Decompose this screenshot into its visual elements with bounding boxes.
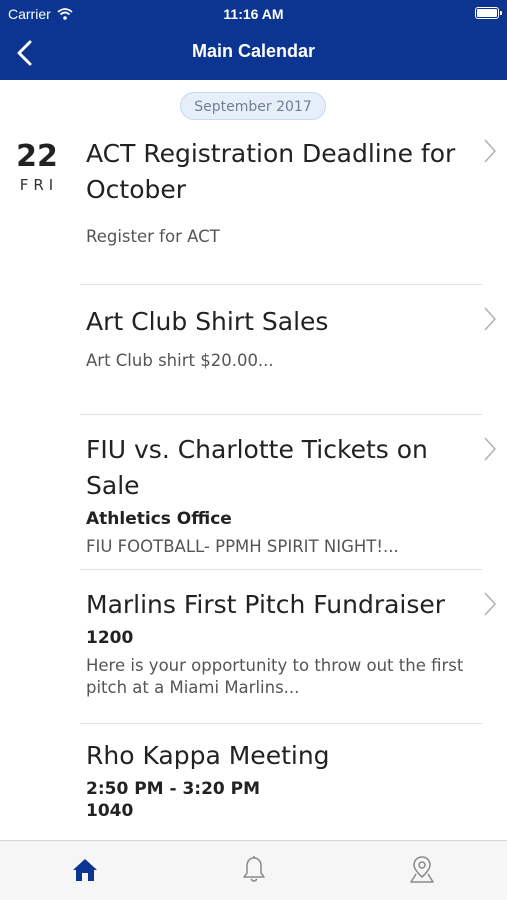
tab-notifications[interactable] [234,853,274,887]
page-title: Main Calendar [191,41,316,61]
event-item-art-club[interactable]: Art Club Shirt Sales Art Club shirt $20.… [86,304,486,372]
event-description: Here is your opportunity to throw out th… [86,656,464,697]
chevron-right-icon [484,437,497,461]
chevron-right-icon [484,307,497,331]
event-title: Marlins First Pitch Fundraiser [86,590,446,619]
divider [80,414,482,415]
status-time: 11:16 AM [223,6,284,22]
map-pin-icon [410,856,434,883]
chevron-right-icon [484,139,497,163]
event-title: Art Club Shirt Sales [86,307,329,336]
app-header: Carrier 11:16 AM Main Calendar [0,0,507,80]
battery-icon [475,7,502,19]
event-item-marlins-fundraiser[interactable]: Marlins First Pitch Fundraiser 1200 Here… [86,587,486,699]
event-item-rho-kappa[interactable]: Rho Kappa Meeting 2:50 PM - 3:20 PM 1040 [86,738,486,822]
month-badge: September 2017 [180,92,326,120]
date-weekday: FRI [19,176,59,194]
event-description: Register for ACT [86,227,220,246]
nav-bar: Main Calendar [0,28,507,80]
event-title: FIU vs. Charlotte Tickets on Sale [86,435,428,500]
event-item-act-registration[interactable]: ACT Registration Deadline for October Re… [86,136,486,248]
event-location: 1040 [86,801,134,821]
tab-map[interactable] [402,853,442,887]
status-bar: Carrier 11:16 AM [0,0,507,28]
event-description: FIU FOOTBALL- PPMH SPIRIT NIGHT!... [86,537,399,556]
event-time: 2:50 PM - 3:20 PM [86,779,261,799]
calendar-list[interactable]: September 2017 22 FRI ACT Registration D… [0,80,507,840]
divider [80,723,482,724]
divider [80,569,482,570]
event-description: Art Club shirt $20.00... [86,351,274,370]
divider [80,284,482,285]
home-icon [73,859,97,881]
date-day-number: 22 [16,139,58,174]
event-title: ACT Registration Deadline for October [86,139,456,204]
chevron-right-icon [484,592,497,616]
event-location: 1200 [86,628,134,648]
event-location: Athletics Office [86,509,232,529]
event-title: Rho Kappa Meeting [86,741,330,770]
tab-home[interactable] [65,853,105,887]
tab-bar [0,840,507,900]
bell-icon [243,856,265,882]
event-item-fiu-charlotte[interactable]: FIU vs. Charlotte Tickets on Sale Athlet… [86,432,486,558]
date-block: 22 FRI [12,139,62,195]
